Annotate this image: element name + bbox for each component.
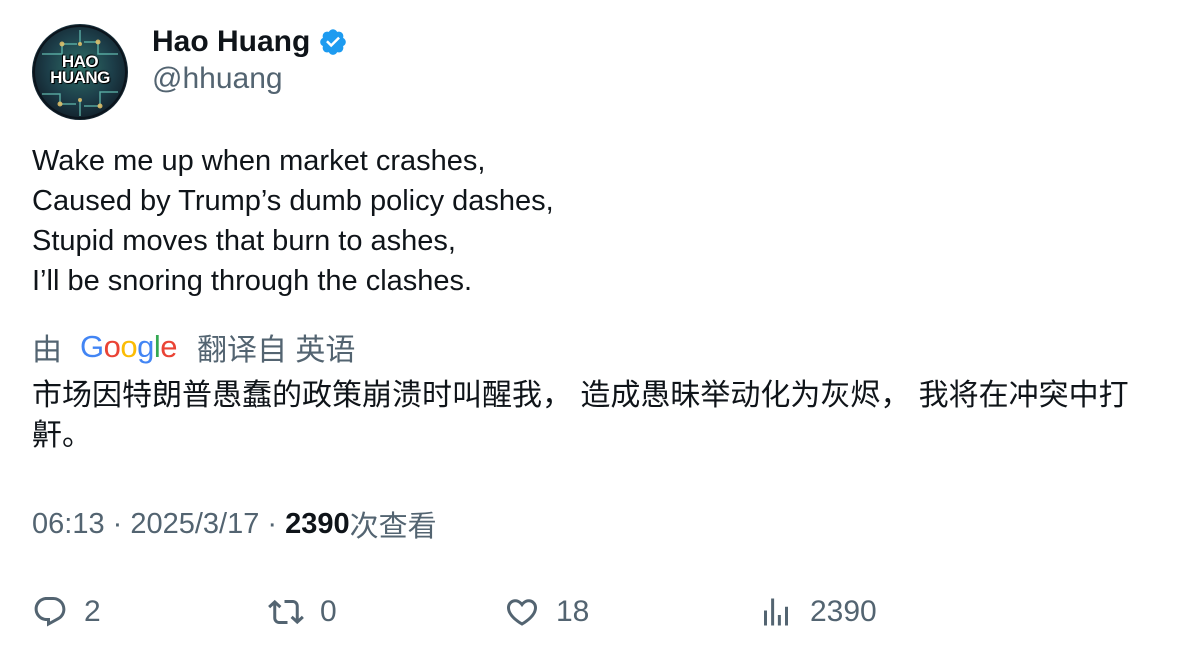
views-icon: [764, 598, 788, 626]
action-bar: 2 0 18 2390: [0, 590, 1196, 634]
like-button[interactable]: 18: [504, 590, 589, 634]
google-letter: e: [160, 329, 178, 364]
translation-prefix: 由: [32, 334, 62, 367]
views-count: 2390: [285, 507, 350, 540]
repost-button[interactable]: 0: [268, 590, 337, 634]
translation-suffix: 翻译自 英语: [197, 334, 356, 367]
tweet-text: Wake me up when market crashes, Caused b…: [32, 141, 554, 301]
views-label: 次查看: [349, 511, 437, 543]
views-action-count: 2390: [810, 595, 877, 628]
google-letter: o: [120, 329, 138, 364]
like-count: 18: [556, 595, 590, 628]
reply-count: 2: [84, 595, 101, 628]
google-letter: g: [137, 329, 154, 364]
reply-icon: [34, 597, 66, 627]
tweet-line: Wake me up when market crashes,: [32, 145, 486, 177]
views-button[interactable]: 2390: [758, 590, 877, 634]
tweet-time[interactable]: 06:13: [32, 508, 105, 541]
meta-separator: ·: [259, 507, 286, 540]
reply-button[interactable]: 2: [32, 590, 101, 634]
avatar[interactable]: HAO HUANG: [32, 24, 128, 120]
avatar-text-line2: HUANG: [50, 68, 110, 87]
tweet-date[interactable]: 2025/3/17: [130, 508, 259, 541]
repost-count: 0: [320, 595, 337, 628]
tweet-line: Stupid moves that burn to ashes,: [32, 225, 456, 257]
verified-badge-icon[interactable]: [318, 27, 348, 57]
meta-separator: ·: [104, 507, 131, 540]
like-icon: [506, 599, 538, 626]
translated-text: 市场因特朗普愚蠢的政策崩溃时叫醒我， 造成愚昧举动化为灰烬， 我将在冲突中打鼾。: [32, 379, 1129, 452]
google-logo[interactable]: Google: [80, 329, 178, 365]
translation-attribution: 由 Google 翻译自 英语: [32, 327, 355, 367]
repost-icon: [268, 599, 304, 625]
author-handle[interactable]: @hhuang: [152, 62, 283, 96]
author-name-row: Hao Huang: [152, 22, 348, 62]
author-name[interactable]: Hao Huang: [152, 25, 310, 59]
tweet-line: I’ll be snoring through the clashes.: [32, 265, 473, 297]
tweet-meta: 06:13 · 2025/3/17 · 2390 次查看: [32, 504, 437, 544]
google-letter: o: [103, 329, 121, 364]
google-letter: G: [80, 329, 104, 364]
tweet-line: Caused by Trump’s dumb policy dashes,: [32, 185, 554, 217]
